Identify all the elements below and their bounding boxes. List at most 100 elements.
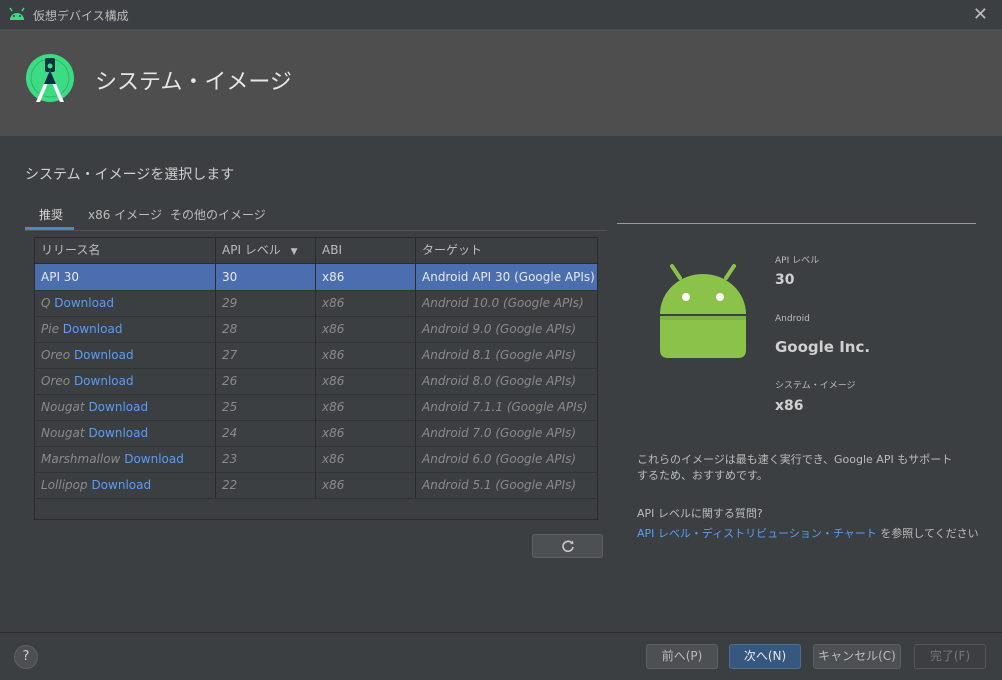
- api-level-cell: 29: [216, 290, 316, 316]
- system-image-label: システム・イメージ: [775, 381, 856, 391]
- api-question: API レベルに関する質問?: [637, 507, 763, 520]
- title-bar: 仮想デバイス構成 ✕: [0, 0, 1002, 30]
- release-name-cell: Lollipop Download: [35, 472, 216, 498]
- tab-other-images[interactable]: その他のイメージ: [170, 206, 266, 223]
- close-icon[interactable]: ✕: [973, 4, 988, 25]
- abi-cell: x86: [316, 368, 416, 394]
- tab-recommended[interactable]: 推奨: [39, 206, 63, 223]
- distribution-chart-suffix: を参照してください: [876, 527, 979, 540]
- download-link[interactable]: Download: [124, 452, 184, 466]
- abi-cell: x86: [316, 264, 416, 290]
- section-title: システム・イメージを選択します: [25, 167, 235, 183]
- header-title: システム・イメージ: [95, 70, 292, 95]
- target-cell: Android 8.0 (Google APIs): [422, 374, 577, 388]
- release-name-cell: Oreo Download: [35, 342, 216, 368]
- release-name: Nougat: [41, 426, 85, 440]
- column-header-release-name[interactable]: リリース名: [35, 238, 216, 263]
- release-name-cell: Q Download: [35, 290, 216, 316]
- table-row[interactable]: Oreo Download 26 x86 Android 8.0 (Google AP…: [35, 368, 597, 395]
- table-row[interactable]: Lollipop Download 22 x86 Android 5.1 (Googl…: [35, 472, 597, 499]
- cancel-button[interactable]: キャンセル(C): [813, 644, 901, 669]
- image-tabs: 推奨 x86 イメージ その他のイメージ: [25, 200, 607, 231]
- refresh-icon: [562, 540, 574, 553]
- release-name: Pie: [41, 322, 59, 336]
- details-separator: [617, 223, 976, 224]
- download-link[interactable]: Download: [88, 400, 148, 414]
- previous-button[interactable]: 前へ(P): [646, 644, 718, 669]
- abi-cell: x86: [316, 420, 416, 446]
- api-level-cell: 27: [216, 342, 316, 368]
- api-level-cell: 25: [216, 394, 316, 420]
- android-studio-logo: [26, 54, 74, 102]
- column-header-abi[interactable]: ABI: [316, 238, 416, 263]
- column-header-api-level[interactable]: API レベル ▼: [216, 238, 316, 263]
- api-level-cell: 22: [216, 472, 316, 498]
- target-cell: Android 7.0 (Google APIs): [422, 426, 577, 440]
- target-cell: Android 7.1.1 (Google APIs): [422, 400, 588, 414]
- api-level-cell: 23: [216, 446, 316, 472]
- active-tab-indicator: [25, 227, 74, 230]
- download-link[interactable]: Download: [91, 478, 151, 492]
- window-title: 仮想デバイス構成: [33, 9, 129, 23]
- abi-cell: x86: [316, 316, 416, 342]
- table-row[interactable]: Nougat Download 25 x86 Android 7.1.1 (Googl…: [35, 394, 597, 421]
- target-cell: Android 9.0 (Google APIs): [422, 322, 577, 336]
- table-row[interactable]: Marshmallow Download 23 x86 Android 6.0 (Go…: [35, 446, 597, 473]
- download-link[interactable]: Download: [88, 426, 148, 440]
- system-image-value: x86: [775, 398, 804, 414]
- api-level-value: 30: [775, 272, 795, 288]
- abi-cell: x86: [316, 472, 416, 498]
- vendor-value: Google Inc.: [775, 338, 871, 356]
- release-name-cell: Nougat Download: [35, 394, 216, 420]
- release-name: API 30: [41, 270, 80, 284]
- target-cell: Android API 30 (Google APIs): [422, 270, 595, 284]
- target-cell: Android 8.1 (Google APIs): [422, 348, 577, 362]
- help-button[interactable]: ?: [14, 645, 38, 669]
- column-header-api-level-label: API レベル: [222, 243, 281, 257]
- download-link[interactable]: Download: [54, 296, 114, 310]
- release-name: Marshmallow: [41, 452, 121, 466]
- table-row[interactable]: API 30 30 x86 Android API 30 (Google APIs): [35, 264, 597, 291]
- abi-cell: x86: [316, 342, 416, 368]
- next-button[interactable]: 次へ(N): [729, 644, 801, 669]
- release-name: Q: [41, 296, 51, 310]
- download-link[interactable]: Download: [74, 374, 134, 388]
- release-name-cell: API 30: [35, 264, 216, 290]
- api-level-cell: 28: [216, 316, 316, 342]
- column-header-target[interactable]: ターゲット: [416, 238, 597, 263]
- android-robot-icon: [660, 264, 746, 358]
- table-row[interactable]: Oreo Download 27 x86 Android 8.1 (Google AP…: [35, 342, 597, 369]
- table-row[interactable]: Pie Download 28 x86 Android 9.0 (Google API…: [35, 316, 597, 343]
- release-name: Lollipop: [41, 478, 88, 492]
- sort-descending-icon: ▼: [290, 247, 298, 257]
- release-name-cell: Oreo Download: [35, 368, 216, 394]
- abi-cell: x86: [316, 290, 416, 316]
- api-level-cell: 26: [216, 368, 316, 394]
- distribution-chart-link[interactable]: API レベル・ディストリビューション・チャート: [637, 527, 877, 540]
- release-name-cell: Nougat Download: [35, 420, 216, 446]
- refresh-button[interactable]: [532, 534, 603, 558]
- release-name: Oreo: [41, 348, 71, 362]
- release-name-cell: Marshmallow Download: [35, 446, 216, 472]
- api-level-cell: 24: [216, 420, 316, 446]
- distribution-chart-line: API レベル・ディストリビューション・チャート を参照してください: [637, 525, 979, 541]
- target-cell: Android 10.0 (Google APIs): [422, 296, 584, 310]
- download-link[interactable]: Download: [63, 322, 123, 336]
- abi-cell: x86: [316, 446, 416, 472]
- target-cell: Android 6.0 (Google APIs): [422, 452, 577, 466]
- release-name: Nougat: [41, 400, 85, 414]
- download-link[interactable]: Download: [74, 348, 134, 362]
- android-studio-icon: [9, 7, 25, 20]
- vendor-label: Android: [775, 314, 810, 324]
- target-cell: Android 5.1 (Google APIs): [422, 478, 577, 492]
- release-name-cell: Pie Download: [35, 316, 216, 342]
- table-header: リリース名 API レベル ▼ ABI ターゲット: [35, 238, 597, 264]
- wizard-header: システム・イメージ: [0, 29, 1002, 136]
- recommendation-description: これらのイメージは最も速く実行でき、Google API もサポートするため、お…: [637, 453, 953, 482]
- footer-separator: [0, 632, 1002, 633]
- tab-x86-images[interactable]: x86 イメージ: [88, 206, 162, 223]
- table-row[interactable]: Nougat Download 24 x86 Android 7.0 (Google …: [35, 420, 597, 447]
- finish-button: 完了(F): [914, 644, 986, 669]
- table-row[interactable]: Q Download 29 x86 Android 10.0 (Google APIs…: [35, 290, 597, 317]
- system-image-table: リリース名 API レベル ▼ ABI ターゲット API 30 30 x86 And…: [34, 237, 598, 520]
